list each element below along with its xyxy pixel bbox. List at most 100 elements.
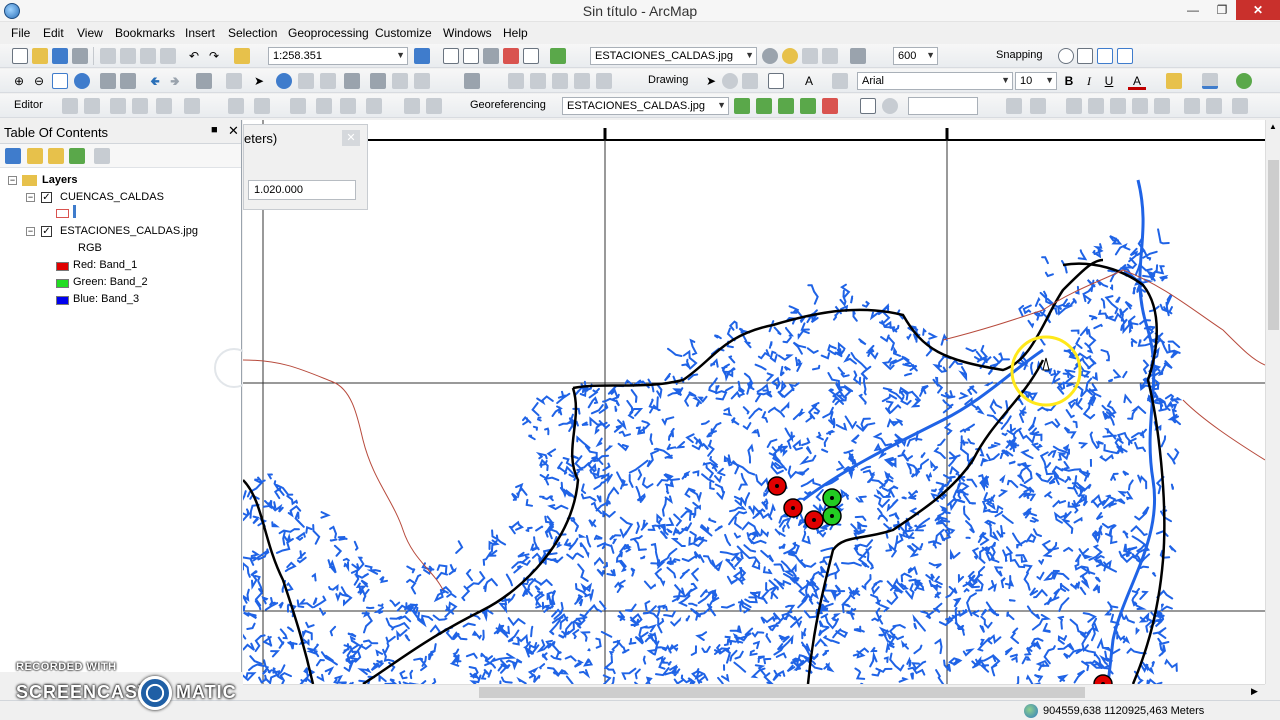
menu-help[interactable]: Help [503, 26, 528, 40]
attributes-icon[interactable] [254, 98, 270, 114]
html-popup-icon[interactable] [320, 73, 336, 89]
advanced-edit-icon[interactable] [1006, 98, 1022, 114]
snapping-label[interactable]: Snapping [996, 49, 1043, 61]
viewer-icon[interactable] [552, 73, 568, 89]
time-slider-icon[interactable] [464, 73, 480, 89]
create-features-icon[interactable] [316, 98, 332, 114]
fixed-zoom-in-icon[interactable] [100, 73, 116, 89]
trace-icon[interactable] [132, 98, 148, 114]
adjust-icon[interactable] [404, 98, 420, 114]
edit-vertices-icon[interactable] [832, 73, 848, 89]
menu-bookmarks[interactable]: Bookmarks [115, 26, 175, 40]
underline-button[interactable]: U [1100, 72, 1118, 90]
rotate-icon[interactable] [722, 73, 738, 89]
estaciones-expander[interactable]: − [26, 227, 35, 236]
back-extent-icon[interactable]: 🢀 [146, 72, 164, 90]
resolution-combo[interactable]: 600 ▼ [893, 47, 938, 65]
font-color-button[interactable]: A [1128, 72, 1146, 90]
georeferencing-menu[interactable]: Georeferencing [470, 99, 546, 111]
vertical-scroll-thumb[interactable] [1268, 160, 1279, 330]
font-name-combo[interactable]: Arial ▼ [857, 72, 1013, 90]
cuencas-expander[interactable]: − [26, 193, 35, 202]
transparency-icon[interactable] [802, 48, 818, 64]
paste-icon[interactable] [140, 48, 156, 64]
swipe-icon[interactable] [822, 48, 838, 64]
topology-icon[interactable] [366, 98, 382, 114]
undo-icon[interactable]: ↶ [185, 47, 203, 65]
full-extent-icon[interactable] [74, 73, 90, 89]
fillet-icon[interactable] [1154, 98, 1170, 114]
select-elements-icon[interactable]: ➤ [250, 72, 268, 90]
delete-icon[interactable] [160, 48, 176, 64]
construct-points-icon[interactable] [1030, 98, 1046, 114]
menu-edit[interactable]: Edit [43, 26, 64, 40]
horizontal-scroll-thumb[interactable] [479, 687, 1085, 698]
straight-segment-icon[interactable] [110, 98, 126, 114]
list-by-source-icon[interactable] [27, 148, 43, 164]
rotate-feature-icon[interactable] [228, 98, 244, 114]
rotate-georef-icon[interactable] [734, 98, 750, 114]
effects-icon[interactable] [574, 73, 590, 89]
print-icon[interactable] [72, 48, 88, 64]
marker-color-icon[interactable] [1236, 73, 1252, 89]
grid-display-icon[interactable] [850, 48, 866, 64]
estaciones-visibility-checkbox[interactable]: ✓ [41, 226, 52, 237]
editor-menu[interactable]: Editor [14, 99, 43, 111]
layer-estaciones-caldas[interactable]: ESTACIONES_CALDAS.jpg [60, 225, 198, 237]
open-folder-icon[interactable] [32, 48, 48, 64]
link-table-icon[interactable] [860, 98, 876, 114]
editor-extra-icon[interactable] [340, 98, 356, 114]
cut-icon[interactable] [100, 48, 116, 64]
flip-icon[interactable] [426, 98, 442, 114]
map-display[interactable] [243, 120, 1265, 684]
split-icon[interactable] [184, 98, 200, 114]
rectangle-icon[interactable] [768, 73, 784, 89]
save-icon[interactable] [52, 48, 68, 64]
toc-options-icon[interactable] [94, 148, 110, 164]
generalize-icon[interactable] [1066, 98, 1082, 114]
contrast-icon[interactable] [762, 48, 778, 64]
forward-extent-icon[interactable]: 🢂 [166, 72, 184, 90]
zoom-in-icon[interactable]: ⊕ [10, 72, 28, 90]
copy-parallel-icon[interactable] [1232, 98, 1248, 114]
menu-windows[interactable]: Windows [443, 26, 492, 40]
sketch-properties-icon[interactable] [290, 98, 306, 114]
scroll-right-arrow[interactable]: ▶ [1251, 686, 1258, 697]
edit-tool-icon[interactable] [62, 98, 78, 114]
vertical-scrollbar[interactable]: ▲ [1265, 120, 1280, 684]
image-layer-combo[interactable]: ESTACIONES_CALDAS.jpg ▼ [590, 47, 757, 65]
new-document-icon[interactable] [12, 48, 28, 64]
menu-geoprocessing[interactable]: Geoprocessing [288, 26, 369, 40]
close-button[interactable]: ✕ [1236, 0, 1280, 20]
redo-icon[interactable]: ↷ [205, 47, 223, 65]
font-size-combo[interactable]: 10 ▼ [1015, 72, 1057, 90]
list-by-visibility-icon[interactable] [48, 148, 64, 164]
copy-icon[interactable] [120, 48, 136, 64]
snap-vertex-icon[interactable] [1097, 48, 1113, 64]
measure-icon[interactable] [344, 73, 360, 89]
map-scale-combo[interactable]: 1:258.351 ▼ [268, 47, 408, 65]
find-icon[interactable] [370, 73, 386, 89]
list-by-selection-icon[interactable] [69, 148, 85, 164]
magnifier-icon[interactable] [530, 73, 546, 89]
align-icon[interactable] [1184, 98, 1200, 114]
search-window-icon[interactable] [483, 48, 499, 64]
layers-expander[interactable]: − [8, 176, 17, 185]
shift-georef-icon[interactable] [756, 98, 772, 114]
cuencas-symbol-icon[interactable] [56, 209, 69, 218]
list-by-drawing-order-icon[interactable] [5, 148, 21, 164]
add-data-icon[interactable] [234, 48, 250, 64]
pan-hand-icon[interactable] [52, 73, 68, 89]
drawing-menu[interactable]: Drawing [648, 74, 688, 86]
route-icon[interactable] [392, 73, 408, 89]
arctoolbox-icon[interactable] [503, 48, 519, 64]
menu-selection[interactable]: Selection [228, 26, 277, 40]
zoom-out-icon[interactable]: ⊖ [30, 72, 48, 90]
select-features-icon[interactable] [196, 73, 212, 89]
layer-swipe-icon[interactable] [596, 73, 612, 89]
panel-close-button[interactable]: ✕ [342, 130, 360, 146]
add-control-points-icon[interactable] [800, 98, 816, 114]
brightness-icon[interactable] [782, 48, 798, 64]
view-link-table-icon[interactable] [822, 98, 838, 114]
map-canvas[interactable] [243, 120, 1265, 684]
